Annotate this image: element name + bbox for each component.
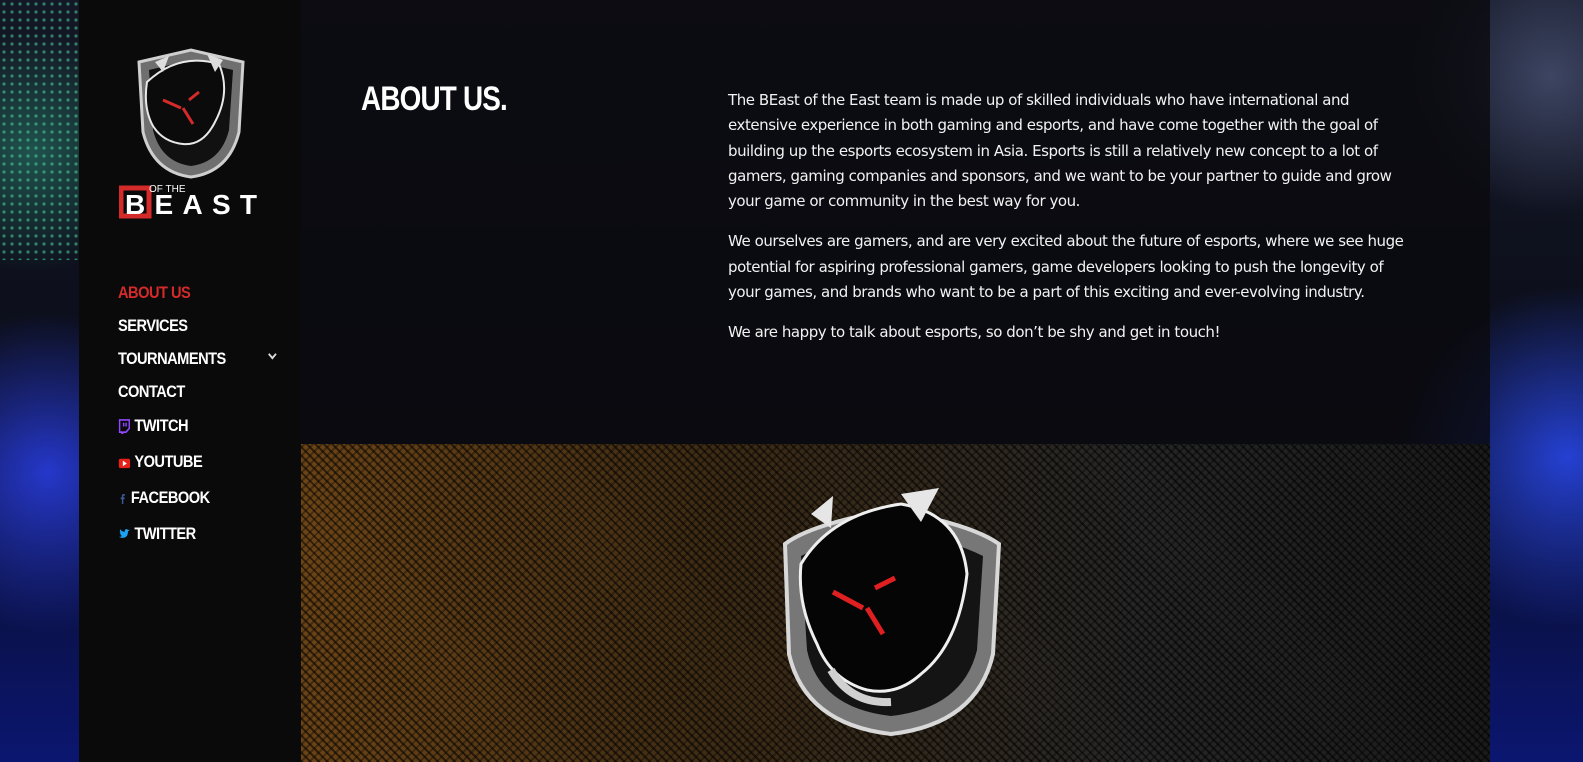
nav-item-label: ABOUT US [118,282,191,302]
youtube-icon [118,458,131,468]
facebook-icon [120,493,125,504]
about-text: The BEast of the East team is made up of… [728,88,1418,361]
about-paragraph: We ourselves are gamers, and are very ex… [728,232,1404,302]
nav-item-twitter[interactable]: TWITTER [118,516,264,552]
sidebar: OF THE BEAST ABOUT US SERVICES TOURNAMEN… [79,0,301,762]
nav-item-tournaments[interactable]: TOURNAMENTS [118,342,277,375]
nav-item-facebook[interactable]: FACEBOOK [118,480,264,516]
main-nav: ABOUT US SERVICES TOURNAMENTS CONTACT TW… [118,276,288,552]
about-paragraph: We are happy to talk about esports, so d… [728,323,1221,342]
nav-item-label: TWITTER [134,524,196,543]
nav-item-label: CONTACT [118,381,185,401]
beast-logo[interactable]: OF THE BEAST [119,42,264,220]
nav-item-twitch[interactable]: TWITCH [118,408,264,444]
nav-item-about-us[interactable]: ABOUT US [118,276,264,309]
about-section: ABOUT US. The BEast of the East team is … [301,0,1490,444]
twitter-icon [119,528,131,538]
nav-item-label: SERVICES [118,315,188,335]
nav-item-contact[interactable]: CONTACT [118,375,264,408]
twitch-icon [118,418,131,434]
nav-item-services[interactable]: SERVICES [118,309,264,342]
nav-item-youtube[interactable]: YOUTUBE [118,444,264,480]
chevron-down-icon[interactable] [268,349,277,360]
nav-item-label: YOUTUBE [134,452,203,471]
nav-item-label: TWITCH [134,416,189,435]
logo-wordmark: BEAST [125,189,257,220]
page-title: ABOUT US. [361,80,508,118]
about-paragraph: The BEast of the East team is made up of… [728,91,1392,211]
nav-item-label: TOURNAMENTS [118,348,226,368]
background-led-lights [0,0,80,260]
nav-item-label: FACEBOOK [130,488,210,507]
beast-logo-large [782,488,1002,737]
logo-banner [301,444,1490,762]
